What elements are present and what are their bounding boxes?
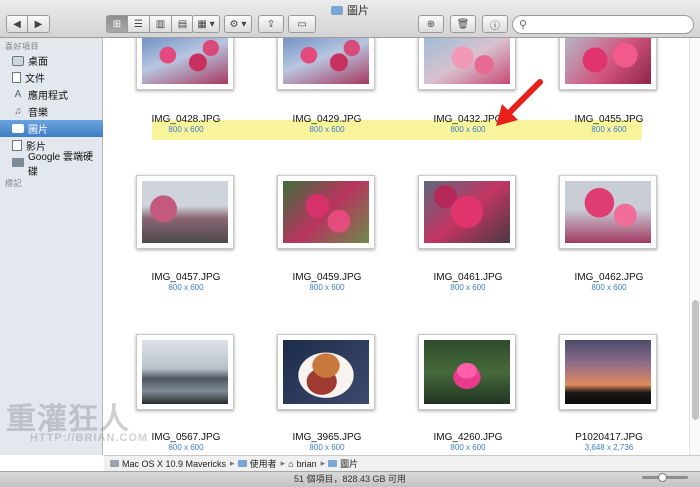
path-item-home[interactable]: ⌂ brian ▸ bbox=[288, 458, 325, 469]
icon-view-button[interactable]: ⊞ bbox=[106, 15, 128, 33]
new-folder-button[interactable]: ⊕ bbox=[418, 15, 444, 33]
movies-icon bbox=[12, 140, 22, 151]
sidebar-item-music[interactable]: ♫ 音樂 bbox=[0, 103, 103, 120]
red-arrow-icon bbox=[496, 79, 543, 126]
file-dimensions: 800 x 600 bbox=[591, 125, 627, 134]
applications-icon: A bbox=[14, 88, 22, 100]
folder-icon bbox=[328, 460, 338, 467]
toolbar: 圖片 ◀ ▶ ⊞ ☰ ▥ ▤ ▦ ▾ ⚙ ▾ ⇪ ▭ ⊕ 🗑 ⓘ ⚲ bbox=[0, 0, 700, 38]
file-name: IMG_3965.JPG bbox=[292, 432, 362, 443]
thumbnail bbox=[559, 334, 657, 410]
thumbnail bbox=[277, 38, 375, 90]
nav-buttons: ◀ ▶ bbox=[6, 15, 50, 33]
sidebar-item-pictures[interactable]: 圖片 bbox=[0, 120, 103, 137]
slider-knob[interactable] bbox=[658, 473, 667, 482]
file-name: P1020417.JPG bbox=[575, 432, 643, 443]
thumbnail bbox=[418, 175, 516, 249]
trash-button[interactable]: 🗑 bbox=[450, 15, 476, 33]
file-dimensions: 800 x 600 bbox=[450, 443, 486, 452]
file-dimensions: 800 x 600 bbox=[168, 443, 204, 452]
document-icon bbox=[12, 72, 21, 83]
vertical-scrollbar[interactable] bbox=[689, 38, 700, 455]
sidebar-item-documents[interactable]: 文件 bbox=[0, 69, 103, 86]
tag-button[interactable]: ▭ bbox=[288, 15, 316, 33]
folder-icon bbox=[237, 460, 247, 467]
file-name: IMG_0428.JPG bbox=[151, 114, 221, 125]
action-button[interactable]: ⚙ ▾ bbox=[224, 15, 252, 33]
favorites-heading: 喜好項目 bbox=[5, 42, 39, 51]
file-name: IMG_0429.JPG bbox=[292, 114, 362, 125]
file-name: IMG_4260.JPG bbox=[433, 432, 503, 443]
status-bar: 51 個項目，828.43 GB 可用 bbox=[0, 471, 700, 487]
folder-icon bbox=[12, 158, 24, 167]
thumbnail bbox=[418, 334, 516, 410]
file-dimensions: 800 x 600 bbox=[168, 283, 204, 292]
sidebar-item-google-drive[interactable]: Google 雲端硬碟 bbox=[0, 152, 103, 178]
file-name: IMG_0461.JPG bbox=[433, 272, 503, 283]
file-name: IMG_0457.JPG bbox=[151, 272, 221, 283]
forward-button[interactable]: ▶ bbox=[28, 15, 50, 33]
arrange-button[interactable]: ▦ ▾ bbox=[192, 15, 220, 33]
thumbnail bbox=[136, 334, 234, 410]
file-dimensions: 800 x 600 bbox=[309, 125, 345, 134]
thumbnail bbox=[277, 175, 375, 249]
path-item-volume[interactable]: Mac OS X 10.9 Mavericks ▸ bbox=[110, 458, 235, 469]
list-view-button[interactable]: ☰ bbox=[128, 15, 150, 33]
file-icon-grid: IMG_0428.JPG 800 x 600 IMG_0429.JPG 800 … bbox=[104, 38, 689, 455]
search-field[interactable]: ⚲ bbox=[512, 15, 694, 34]
file-dimensions: 800 x 600 bbox=[591, 283, 627, 292]
sidebar-item-applications[interactable]: A 應用程式 bbox=[0, 86, 103, 103]
search-icon: ⚲ bbox=[519, 19, 528, 31]
icon-size-slider[interactable] bbox=[642, 473, 688, 482]
thumbnail bbox=[559, 175, 657, 249]
home-icon: ⌂ bbox=[288, 458, 294, 469]
file-dimensions: 800 x 600 bbox=[450, 283, 486, 292]
scrollbar-thumb[interactable] bbox=[692, 300, 699, 420]
thumbnail bbox=[136, 175, 234, 249]
share-button[interactable]: ⇪ bbox=[258, 15, 284, 33]
view-mode-buttons: ⊞ ☰ ▥ ▤ bbox=[106, 15, 194, 33]
file-name: IMG_0462.JPG bbox=[574, 272, 644, 283]
watermark-url: HTTP://BRIAN.COM bbox=[30, 432, 149, 444]
file-name: IMG_0459.JPG bbox=[292, 272, 362, 283]
path-item-pictures[interactable]: 圖片 bbox=[328, 457, 358, 470]
sidebar-item-desktop[interactable]: 桌面 bbox=[0, 52, 103, 69]
cover-flow-button[interactable]: ▤ bbox=[172, 15, 194, 33]
status-text: 51 個項目，828.43 GB 可用 bbox=[293, 474, 407, 484]
thumbnail bbox=[136, 38, 234, 90]
disk-icon bbox=[110, 460, 119, 467]
path-bar: Mac OS X 10.9 Mavericks ▸ 使用者 ▸ ⌂ brian ▸ 圖片 bbox=[104, 455, 700, 471]
tags-heading: 標記 bbox=[5, 179, 22, 188]
pictures-icon bbox=[12, 124, 24, 133]
info-button[interactable]: ⓘ bbox=[482, 15, 508, 33]
folder-icon bbox=[331, 6, 343, 15]
thumbnail bbox=[277, 334, 375, 410]
sidebar: 喜好項目 桌面 文件 A 應用程式 ♫ 音樂 圖片 影片 Google 雲端硬碟… bbox=[0, 38, 103, 455]
file-dimensions: 3,648 x 2,736 bbox=[584, 443, 634, 452]
file-dimensions: 800 x 600 bbox=[309, 283, 345, 292]
desktop-icon bbox=[12, 55, 24, 66]
path-item-users[interactable]: 使用者 ▸ bbox=[237, 457, 285, 470]
column-view-button[interactable]: ▥ bbox=[150, 15, 172, 33]
thumbnail bbox=[559, 38, 657, 90]
file-name: IMG_0455.JPG bbox=[574, 114, 644, 125]
file-dimensions: 800 x 600 bbox=[309, 443, 345, 452]
music-icon: ♫ bbox=[14, 105, 22, 117]
back-button[interactable]: ◀ bbox=[6, 15, 28, 33]
file-dimensions: 800 x 600 bbox=[168, 125, 204, 134]
